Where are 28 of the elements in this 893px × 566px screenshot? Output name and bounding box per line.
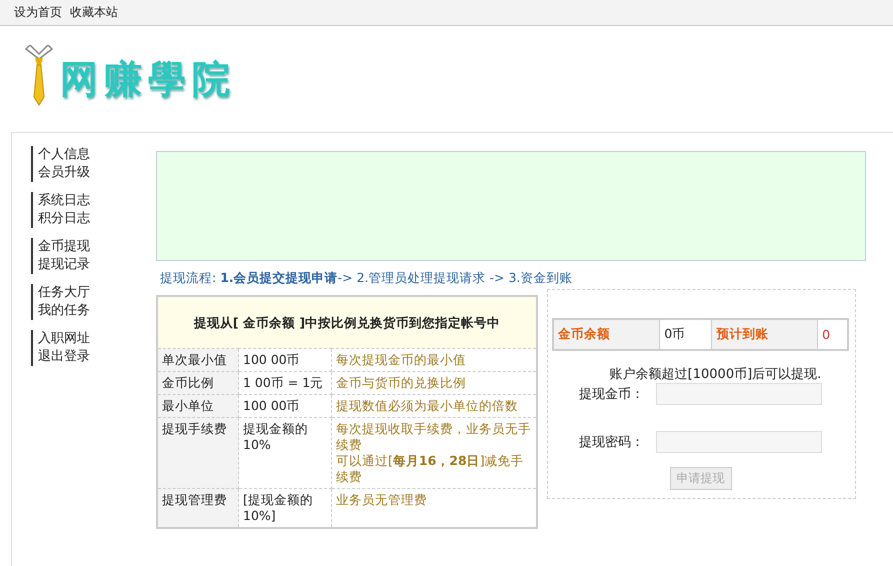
table-cell: 100 00币 [238,394,332,418]
table-cell: 单次最小值 [157,348,238,372]
table-title: 提现从[ 金币余额 ]中按比例兑换货币到您指定帐号中 [157,296,537,348]
top-link[interactable]: 设为首页 [14,4,62,21]
table-cell: 提现管理费 [157,488,238,528]
input-field[interactable] [656,431,822,453]
sidebar-item[interactable]: 退出登录 [31,348,156,366]
table-cell: 0 [818,319,848,350]
table-cell: 0币 [660,319,712,350]
tie-icon [24,45,54,107]
table-cell: 金币余额 [553,319,660,350]
table-cell: 预计到账 [712,319,818,350]
process-steps: 提现流程: 1.会员提交提现申请-> 2.管理员处理提现请求 -> 3.资金到账 [160,270,866,287]
field-label: 提现密码： [579,434,644,451]
logo-text: 网赚學院 [60,54,236,102]
balance-note: 账户余额超过[10000币]后可以提现. [610,366,822,383]
top-link[interactable]: 收藏本站 [70,4,118,21]
table-cell: 1 00币 = 1元 [238,372,332,394]
table-cell: 金币比例 [157,372,238,394]
field-label: 提现金币： [579,386,644,403]
sidebar-item[interactable]: 任务大厅 [31,284,156,302]
table-cell: 100 00币 [238,348,332,372]
input-field[interactable] [656,383,822,405]
sidebar-item[interactable]: 入职网址 [31,330,156,348]
table-cell: 最小单位 [157,394,238,418]
table-cell: 提现手续费 [157,418,238,488]
sidebar-item[interactable]: 我的任务 [31,302,156,320]
table-cell: 提现金额的10% [238,418,332,488]
